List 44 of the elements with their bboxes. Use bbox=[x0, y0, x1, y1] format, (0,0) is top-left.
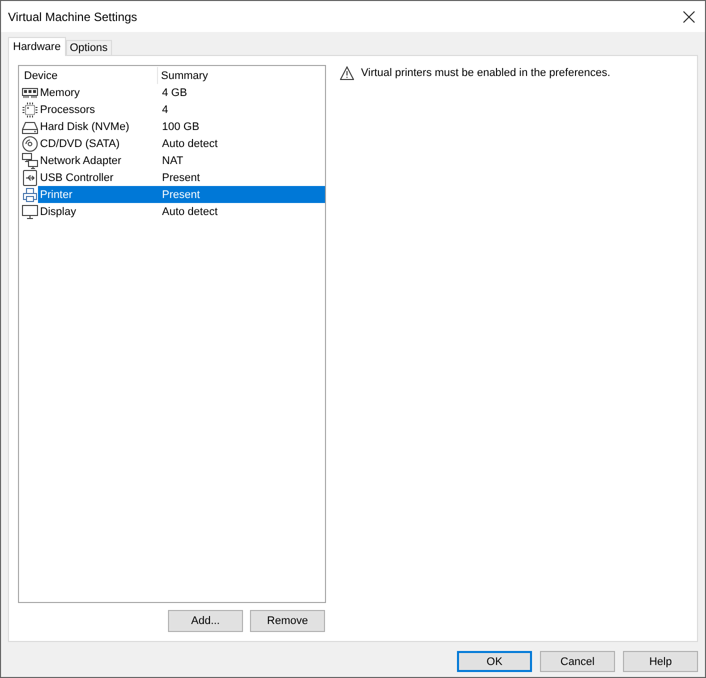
table-cell-text: USB Controller bbox=[39, 172, 114, 184]
table-row[interactable]: Network Adapter NAT bbox=[38, 152, 325, 169]
table-cell-text: Network Adapter bbox=[39, 154, 122, 166]
list-action-button[interactable]: Add... bbox=[168, 610, 243, 632]
table-row[interactable]: Display Auto detect bbox=[38, 203, 325, 220]
window-title: Virtual Machine Settings bbox=[8, 10, 138, 24]
table-cell-text: Present bbox=[161, 188, 200, 200]
column-header[interactable]: Summary bbox=[158, 67, 325, 84]
table-row[interactable]: Printer Present bbox=[38, 186, 325, 203]
processor-icon bbox=[22, 102, 38, 118]
table-cell-text: CD/DVD (SATA) bbox=[39, 138, 121, 150]
printer-icon bbox=[22, 186, 38, 202]
table-cell-text: 4 bbox=[161, 104, 168, 116]
close-icon bbox=[683, 10, 695, 22]
table-row[interactable]: Processors 4 bbox=[38, 101, 325, 118]
warning-icon bbox=[340, 66, 354, 80]
table-cell-text: 4 GB bbox=[161, 86, 188, 98]
monitor-icon bbox=[22, 204, 38, 220]
table-cell-text: Auto detect bbox=[161, 206, 218, 218]
dialog-button[interactable]: Help bbox=[623, 651, 698, 672]
table-cell-text: Printer bbox=[39, 188, 74, 200]
disc-icon bbox=[22, 136, 38, 152]
table-cell-text: Memory bbox=[39, 86, 81, 98]
tab[interactable]: Options bbox=[66, 40, 112, 56]
dialog-button[interactable]: OK bbox=[457, 651, 532, 672]
message-text: Virtual printers must be enabled in the preferences. bbox=[361, 66, 610, 80]
tab[interactable]: Hardware bbox=[8, 37, 66, 56]
table-cell-text: NAT bbox=[161, 154, 184, 166]
table-cell-text: 100 GB bbox=[161, 120, 200, 132]
usb-icon bbox=[22, 170, 38, 186]
table-cell-text: Present bbox=[161, 172, 200, 184]
column-header[interactable]: Device bbox=[19, 67, 158, 84]
table-row[interactable]: Hard Disk (NVMe) 100 GB bbox=[38, 118, 325, 135]
table-row[interactable]: USB Controller Present bbox=[38, 169, 325, 186]
list-action-button[interactable]: Remove bbox=[250, 610, 325, 632]
dialog-button[interactable]: Cancel bbox=[540, 651, 615, 672]
table-cell-text: Processors bbox=[39, 104, 96, 116]
table-cell-text: Display bbox=[39, 206, 78, 218]
table-cell-text: Hard Disk (NVMe) bbox=[39, 120, 130, 132]
network-computers-icon bbox=[22, 152, 38, 168]
table-row[interactable]: CD/DVD (SATA) Auto detect bbox=[38, 135, 325, 152]
table-row[interactable]: Memory 4 GB bbox=[38, 84, 325, 101]
table-cell-text: Auto detect bbox=[161, 138, 218, 150]
close-button[interactable] bbox=[683, 10, 695, 22]
